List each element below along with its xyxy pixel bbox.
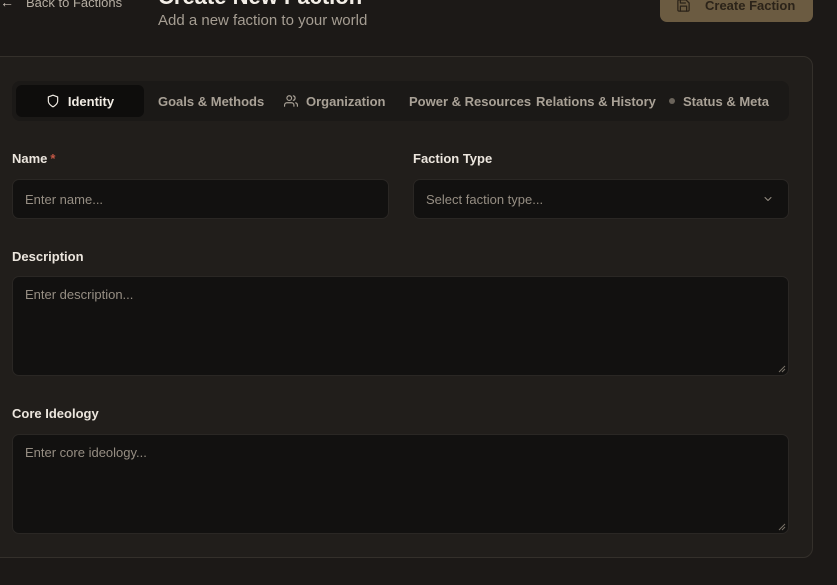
shield-icon xyxy=(47,94,59,108)
back-to-factions-link[interactable]: ← Back to Factions xyxy=(0,0,122,10)
tab-goals-methods-label: Goals & Methods xyxy=(158,93,265,109)
users-icon xyxy=(284,95,298,107)
chevron-down-icon xyxy=(764,197,772,201)
faction-tabs: Identity Goals & Methods Organization Po… xyxy=(12,81,789,121)
arrow-left-icon: ← xyxy=(0,0,14,10)
required-mark: * xyxy=(50,151,56,166)
faction-type-label: Faction Type xyxy=(413,151,493,166)
tab-relations-history-label: Relations & History xyxy=(536,93,656,109)
tab-identity-label: Identity xyxy=(67,93,115,109)
name-label: Name * xyxy=(12,151,55,166)
page-title: Create New Faction xyxy=(158,0,362,10)
create-faction-label: Create Faction xyxy=(705,0,796,13)
faction-type-select[interactable]: Select faction type... xyxy=(413,179,789,219)
description-label: Description xyxy=(12,249,84,264)
name-input[interactable] xyxy=(12,179,389,219)
tab-status-meta-label: Status & Meta xyxy=(683,93,769,109)
tab-organization-label: Organization xyxy=(306,93,386,109)
core-ideology-textarea[interactable] xyxy=(12,434,789,534)
faction-type-placeholder: Select faction type... xyxy=(426,191,544,207)
create-faction-page: ← Back to Factions Create New Faction Ad… xyxy=(0,0,837,585)
tab-power-resources-label: Power & Resources xyxy=(409,93,532,109)
resize-grip-icon[interactable] xyxy=(778,365,786,373)
back-link-label: Back to Factions xyxy=(26,0,123,10)
tab-goals-methods[interactable]: Goals & Methods xyxy=(158,85,264,117)
tab-status-meta[interactable]: Status & Meta xyxy=(669,85,769,117)
name-label-text: Name xyxy=(12,151,48,166)
dot-icon xyxy=(669,98,675,104)
create-faction-button[interactable]: Create Faction xyxy=(660,0,813,22)
tab-identity[interactable]: Identity xyxy=(16,85,144,117)
tab-relations-history[interactable]: Relations & History xyxy=(536,85,656,117)
resize-grip-icon[interactable] xyxy=(778,523,786,531)
page-subtitle: Add a new faction to your world xyxy=(158,12,368,29)
tab-organization[interactable]: Organization xyxy=(284,85,385,117)
description-textarea[interactable] xyxy=(12,276,789,376)
tab-power-resources[interactable]: Power & Resources xyxy=(409,85,531,117)
save-icon xyxy=(677,0,690,12)
core-ideology-label: Core Ideology xyxy=(12,406,99,421)
